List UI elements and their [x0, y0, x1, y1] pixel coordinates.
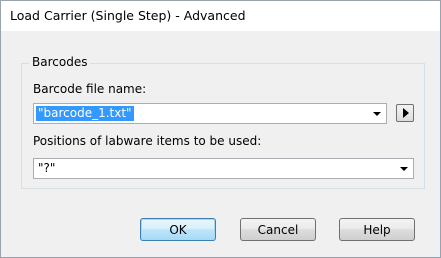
chevron-down-icon[interactable]: [400, 167, 408, 171]
cancel-button[interactable]: Cancel: [240, 218, 316, 241]
barcode-file-name-value: "barcode_1.txt": [36, 106, 134, 121]
positions-combobox[interactable]: "?": [33, 158, 414, 179]
barcodes-group-title: Barcodes: [29, 55, 91, 69]
play-right-icon: [403, 108, 409, 118]
positions-label: Positions of labware items to be used:: [33, 134, 262, 148]
ok-button[interactable]: OK: [140, 218, 216, 241]
barcode-file-name-combobox[interactable]: "barcode_1.txt": [33, 103, 387, 124]
chevron-down-icon[interactable]: [373, 112, 381, 116]
barcode-file-name-label: Barcode file name:: [33, 82, 147, 96]
title-bar: Load Carrier (Single Step) - Advanced: [1, 1, 440, 31]
window-title: Load Carrier (Single Step) - Advanced: [10, 8, 246, 23]
positions-value: "?": [38, 161, 56, 175]
expand-button[interactable]: [396, 104, 414, 122]
help-button[interactable]: Help: [339, 218, 415, 241]
